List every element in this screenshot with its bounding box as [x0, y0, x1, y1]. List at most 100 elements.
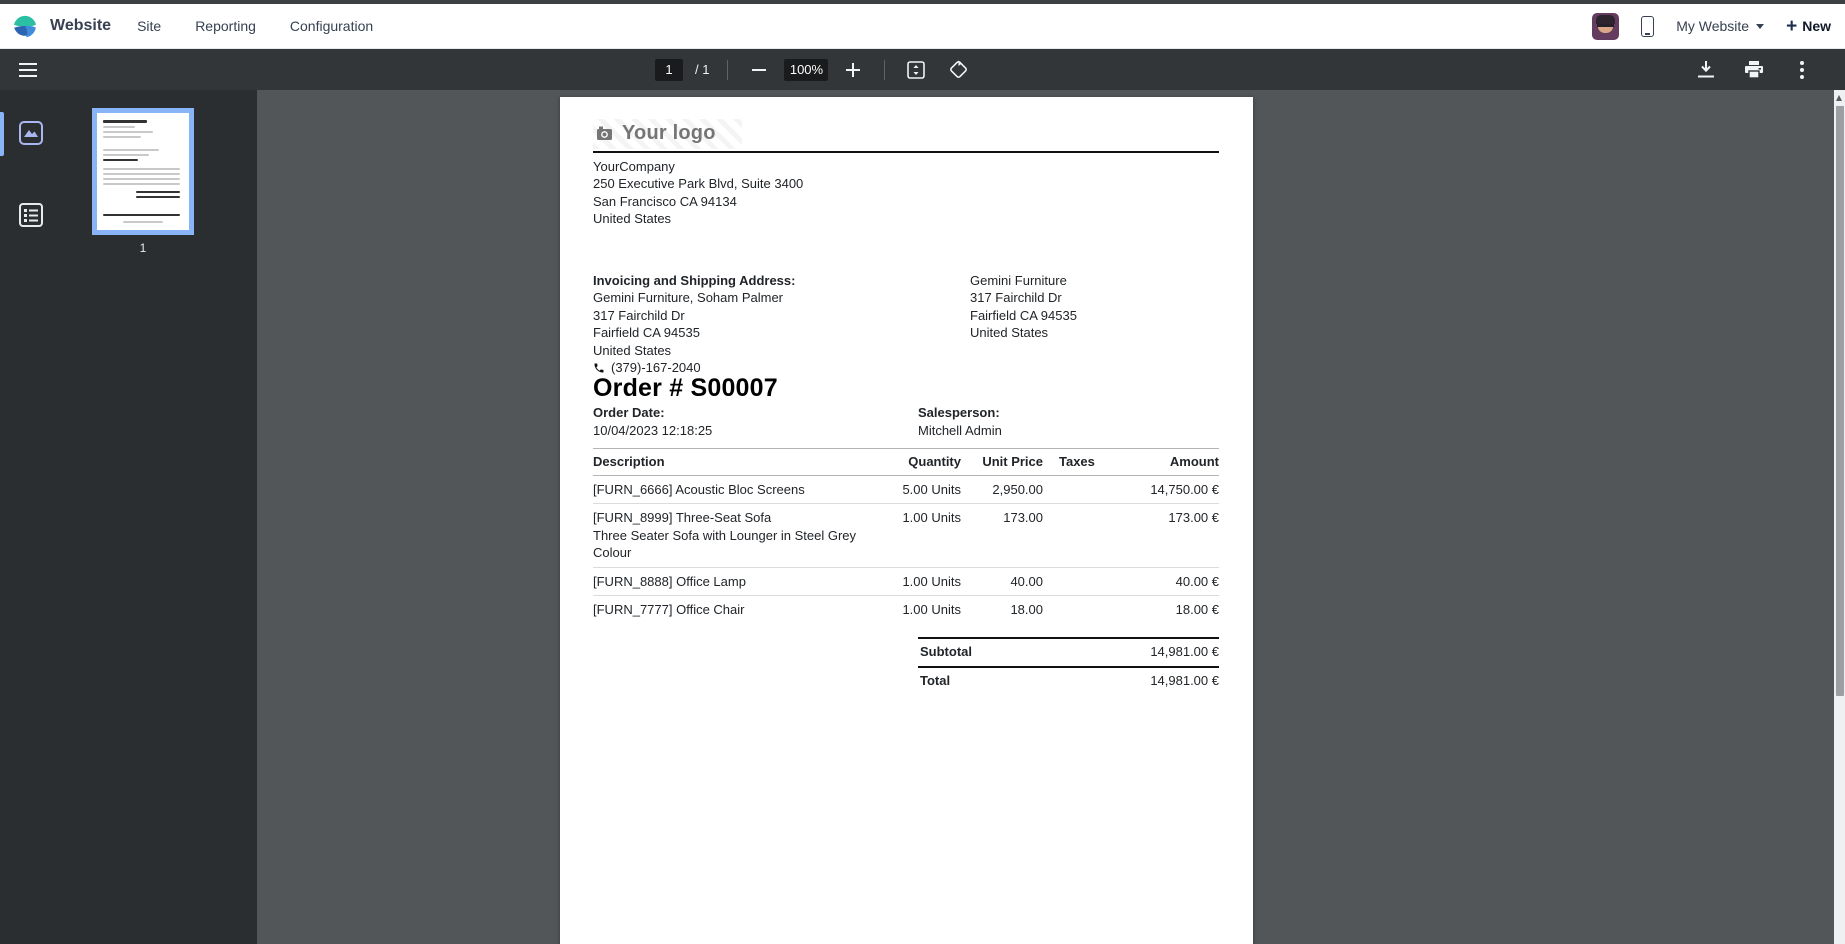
zoom-level[interactable]: 100% — [784, 59, 828, 81]
new-button[interactable]: + New — [1786, 17, 1831, 36]
order-info-section: Order Date: 10/04/2023 12:18:25 Salesper… — [593, 404, 1219, 439]
toolbar-divider — [727, 60, 728, 80]
line-taxes — [1043, 596, 1117, 624]
mobile-preview-icon[interactable] — [1641, 16, 1654, 37]
header-amount: Amount — [1117, 449, 1219, 476]
line-description: [FURN_8888] Office Lamp — [593, 573, 869, 591]
menu-reporting[interactable]: Reporting — [193, 12, 258, 40]
company-name: YourCompany — [593, 158, 1219, 176]
zoom-in-button[interactable] — [836, 53, 870, 87]
header-rule — [593, 151, 1219, 153]
vertical-scrollbar[interactable] — [1834, 90, 1845, 944]
phone-icon — [593, 362, 605, 374]
address-line: Gemini Furniture, Soham Palmer — [593, 289, 918, 307]
company-address-block: YourCompany 250 Executive Park Blvd, Sui… — [593, 158, 1219, 228]
line-quantity: 1.00 Units — [869, 596, 961, 624]
menu-site[interactable]: Site — [135, 12, 163, 40]
order-date-label: Order Date: — [593, 404, 918, 422]
subtotal-row: Subtotal 14,981.00 € — [918, 637, 1219, 666]
pdf-workspace: 1 Your logo YourCompany 250 Executive Pa… — [0, 90, 1845, 944]
download-icon — [1698, 61, 1714, 78]
download-button[interactable] — [1689, 53, 1723, 87]
rotate-button[interactable] — [941, 53, 975, 87]
address-line: Fairfield CA 94535 — [970, 307, 1077, 325]
line-quantity: 1.00 Units — [869, 567, 961, 596]
plus-icon: + — [1786, 17, 1797, 36]
main-menu: Site Reporting Configuration — [135, 12, 375, 40]
line-unit-price: 2,950.00 — [961, 475, 1043, 504]
chevron-down-icon — [1756, 24, 1764, 29]
order-title: Order # S00007 — [593, 380, 1219, 398]
avatar-hair — [1596, 15, 1615, 24]
app-name[interactable]: Website — [50, 17, 111, 35]
line-amount: 40.00 € — [1117, 567, 1219, 596]
total-value: 14,981.00 € — [1150, 672, 1219, 690]
line-amount: 18.00 € — [1117, 596, 1219, 624]
thumbnails-view-button[interactable] — [10, 112, 52, 154]
header-unit-price: Unit Price — [961, 449, 1043, 476]
page-thumbnail[interactable] — [92, 108, 194, 235]
page-thumbnail-preview — [97, 113, 189, 230]
line-amount: 173.00 € — [1117, 504, 1219, 568]
table-header-row: Description Quantity Unit Price Taxes Am… — [593, 449, 1219, 476]
header-taxes: Taxes — [1043, 449, 1117, 476]
order-lines-table: Description Quantity Unit Price Taxes Am… — [593, 448, 1219, 624]
more-actions-button[interactable] — [1785, 53, 1819, 87]
toolbar-divider — [884, 60, 885, 80]
line-taxes — [1043, 475, 1117, 504]
logo-text: Your logo — [622, 125, 716, 143]
camera-icon — [597, 126, 614, 141]
address-line: United States — [593, 342, 918, 360]
print-icon — [1745, 61, 1763, 78]
pdf-action-controls — [1689, 49, 1819, 90]
document-outline-icon — [18, 202, 44, 228]
address-line: 317 Fairchild Dr — [593, 307, 918, 325]
print-button[interactable] — [1737, 53, 1771, 87]
line-description: [FURN_7777] Office Chair — [593, 601, 869, 619]
order-date-value: 10/04/2023 12:18:25 — [593, 422, 918, 440]
outline-view-button[interactable] — [10, 194, 52, 236]
scrollbar-thumb[interactable] — [1836, 106, 1844, 696]
scroll-up-arrow-icon[interactable] — [1836, 95, 1842, 101]
line-quantity: 5.00 Units — [869, 475, 961, 504]
header-quantity: Quantity — [869, 449, 961, 476]
pdf-page-zoom-controls: / 1 100% — [655, 49, 975, 90]
total-row: Total 14,981.00 € — [918, 666, 1219, 695]
address-line: 317 Fairchild Dr — [970, 289, 1077, 307]
navbar: Website Site Reporting Configuration My … — [0, 4, 1845, 49]
line-unit-price: 18.00 — [961, 596, 1043, 624]
menu-configuration[interactable]: Configuration — [288, 12, 375, 40]
delivery-address: Gemini Furniture 317 Fairchild Dr Fairfi… — [970, 272, 1077, 377]
sidebar-toggle-button[interactable] — [11, 53, 45, 87]
address-line: Fairfield CA 94535 — [593, 324, 918, 342]
totals-section: Subtotal 14,981.00 € Total 14,981.00 € — [918, 637, 1219, 695]
line-quantity: 1.00 Units — [869, 504, 961, 568]
subtotal-label: Subtotal — [920, 643, 972, 661]
address-line: United States — [970, 324, 1077, 342]
website-switcher-label: My Website — [1676, 18, 1749, 34]
selected-view-indicator — [0, 112, 4, 156]
three-dots-icon — [1800, 61, 1804, 79]
subtotal-value: 14,981.00 € — [1150, 643, 1219, 661]
line-unit-price: 40.00 — [961, 567, 1043, 596]
fit-page-icon — [907, 61, 925, 79]
line-description: [FURN_8999] Three-Seat Sofa — [593, 509, 869, 527]
table-row: [FURN_7777] Office Chair 1.00 Units 18.0… — [593, 596, 1219, 624]
page-number-input[interactable] — [655, 59, 683, 81]
thumbnail-page-number: 1 — [92, 241, 194, 255]
company-logo-placeholder: Your logo — [593, 119, 742, 149]
company-country: United States — [593, 210, 1219, 228]
zoom-out-button[interactable] — [742, 53, 776, 87]
document-page: Your logo YourCompany 250 Executive Park… — [560, 97, 1253, 944]
odoo-website-logo-icon — [12, 13, 38, 39]
pdf-sidebar: 1 — [0, 90, 257, 944]
company-city: San Francisco CA 94134 — [593, 193, 1219, 211]
website-switcher[interactable]: My Website — [1676, 18, 1764, 34]
new-button-label: New — [1802, 18, 1831, 34]
salesperson-value: Mitchell Admin — [918, 422, 1002, 440]
fit-to-page-button[interactable] — [899, 53, 933, 87]
user-avatar[interactable] — [1592, 13, 1619, 40]
rotate-icon — [949, 60, 968, 79]
invoicing-address-heading: Invoicing and Shipping Address: — [593, 272, 918, 290]
addresses-section: Invoicing and Shipping Address: Gemini F… — [593, 272, 1219, 377]
